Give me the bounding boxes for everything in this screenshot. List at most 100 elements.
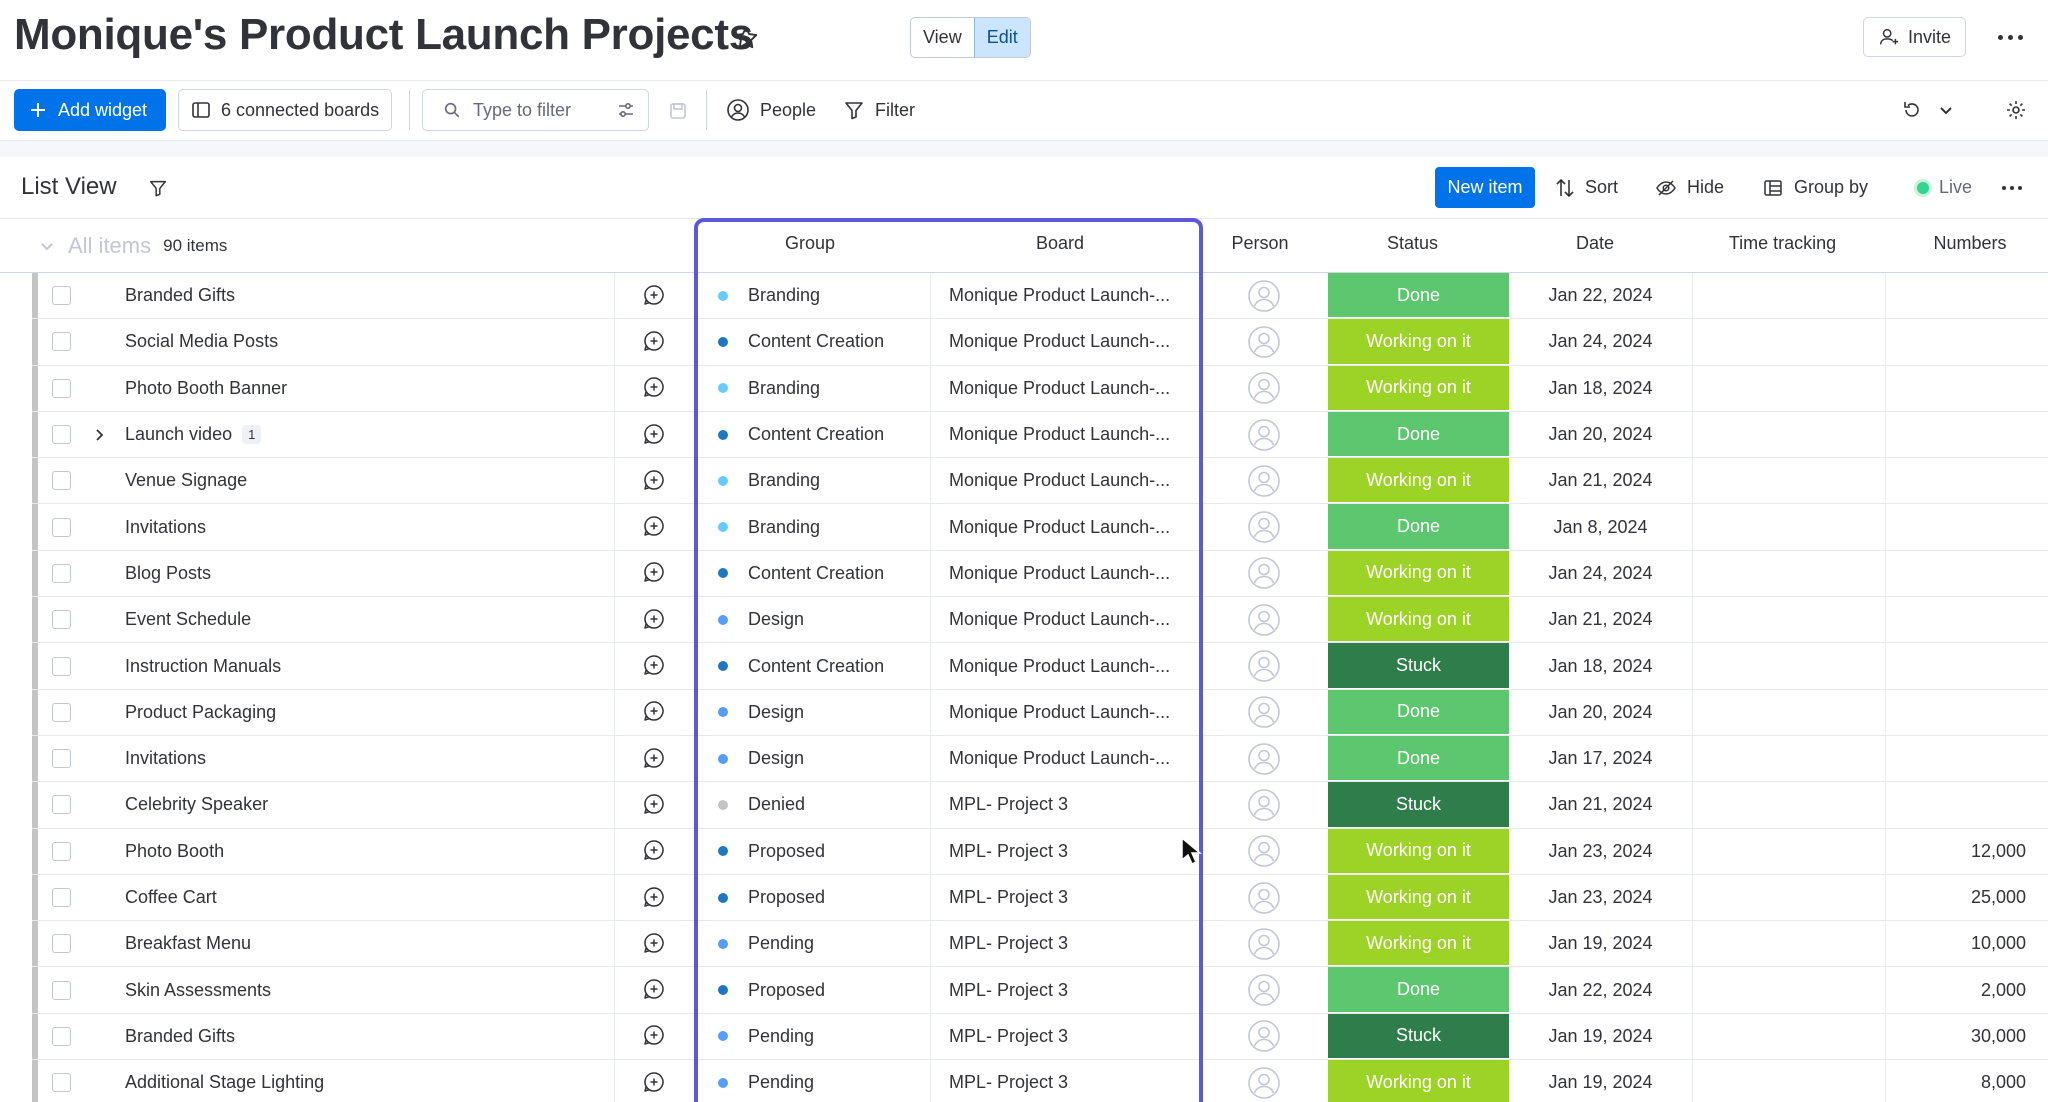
status-badge[interactable]: Done [1328, 967, 1509, 1013]
date-cell[interactable]: Jan 24, 2024 [1509, 551, 1692, 596]
numbers-cell[interactable] [1886, 504, 2026, 549]
board-cell[interactable]: MPL- Project 3 [949, 782, 1068, 827]
row-checkbox[interactable] [52, 690, 71, 735]
add-update-icon[interactable] [642, 690, 666, 735]
hide-button[interactable]: Hide [1655, 167, 1724, 208]
widget-filter-icon[interactable] [145, 175, 171, 201]
item-name[interactable]: Blog Posts [125, 551, 211, 596]
column-header-date[interactable]: Date [1510, 233, 1680, 254]
numbers-cell[interactable] [1886, 366, 2026, 411]
table-row[interactable]: Instruction Manuals Content Creation Moniq… [32, 643, 2048, 690]
person-avatar-icon[interactable] [1247, 967, 1281, 1012]
column-header-person[interactable]: Person [1210, 233, 1310, 254]
time-tracking-cell[interactable] [1693, 921, 1885, 966]
column-header-status[interactable]: Status [1320, 233, 1505, 254]
add-update-icon[interactable] [642, 736, 666, 781]
group-cell[interactable]: Pending [718, 1060, 814, 1102]
person-avatar-icon[interactable] [1247, 597, 1281, 642]
table-row[interactable]: Celebrity Speaker Denied MPL- Project 3 Stu… [32, 782, 2048, 829]
table-row[interactable]: Additional Stage Lighting Pending MPL- Pro… [32, 1060, 2048, 1102]
person-avatar-icon[interactable] [1247, 1060, 1281, 1102]
row-checkbox[interactable] [52, 782, 71, 827]
item-name[interactable]: Instruction Manuals [125, 643, 281, 688]
item-name[interactable]: Celebrity Speaker [125, 782, 268, 827]
row-checkbox[interactable] [52, 875, 71, 920]
board-cell[interactable]: Monique Product Launch-... [949, 366, 1170, 411]
numbers-cell[interactable] [1886, 273, 2026, 318]
type-to-filter-input[interactable]: Type to filter [422, 89, 649, 131]
board-cell[interactable]: Monique Product Launch-... [949, 643, 1170, 688]
date-cell[interactable]: Jan 21, 2024 [1509, 782, 1692, 827]
add-update-icon[interactable] [642, 366, 666, 411]
group-cell[interactable]: Design [718, 690, 804, 735]
add-update-icon[interactable] [642, 504, 666, 549]
person-avatar-icon[interactable] [1247, 366, 1281, 411]
column-header-board[interactable]: Board [1010, 233, 1110, 254]
board-cell[interactable]: Monique Product Launch-... [949, 412, 1170, 457]
time-tracking-cell[interactable] [1693, 690, 1885, 735]
row-checkbox[interactable] [52, 1060, 71, 1102]
group-cell[interactable]: Content Creation [718, 412, 884, 457]
time-tracking-cell[interactable] [1693, 643, 1885, 688]
table-row[interactable]: Skin Assessments Proposed MPL- Project 3 Do… [32, 967, 2048, 1014]
subitems-count-badge[interactable]: 1 [242, 425, 262, 445]
add-update-icon[interactable] [642, 1014, 666, 1059]
time-tracking-cell[interactable] [1693, 1060, 1885, 1102]
numbers-cell[interactable] [1886, 597, 2026, 642]
add-update-icon[interactable] [642, 829, 666, 874]
item-name[interactable]: Branded Gifts [125, 273, 235, 318]
person-avatar-icon[interactable] [1247, 921, 1281, 966]
column-header-time-tracking[interactable]: Time tracking [1690, 233, 1875, 254]
row-checkbox[interactable] [52, 551, 71, 596]
item-name[interactable]: Additional Stage Lighting [125, 1060, 324, 1102]
numbers-cell[interactable] [1886, 551, 2026, 596]
time-tracking-cell[interactable] [1693, 551, 1885, 596]
item-name[interactable]: Skin Assessments [125, 967, 271, 1012]
person-avatar-icon[interactable] [1247, 782, 1281, 827]
table-row[interactable]: Branded Gifts Branding Monique Product Lau… [32, 273, 2048, 320]
widget-more-icon[interactable] [2002, 167, 2022, 208]
board-cell[interactable]: Monique Product Launch-... [949, 690, 1170, 735]
item-name[interactable]: Breakfast Menu [125, 921, 251, 966]
date-cell[interactable]: Jan 23, 2024 [1509, 875, 1692, 920]
new-item-button[interactable]: New item [1435, 167, 1535, 208]
numbers-cell[interactable]: 30,000 [1886, 1014, 2026, 1059]
row-checkbox[interactable] [52, 736, 71, 781]
widget-title[interactable]: List View [21, 173, 117, 201]
numbers-cell[interactable]: 25,000 [1886, 875, 2026, 920]
date-cell[interactable]: Jan 19, 2024 [1509, 1014, 1692, 1059]
numbers-cell[interactable] [1886, 458, 2026, 503]
edit-toggle-button[interactable]: Edit [973, 18, 1030, 57]
time-tracking-cell[interactable] [1693, 412, 1885, 457]
table-row[interactable]: Social Media Posts Content Creation Moniqu… [32, 319, 2048, 366]
table-row[interactable]: Venue Signage Branding Monique Product Lau… [32, 458, 2048, 505]
numbers-cell[interactable]: 2,000 [1886, 967, 2026, 1012]
status-badge[interactable]: Working on it [1328, 1060, 1509, 1102]
group-cell[interactable]: Design [718, 597, 804, 642]
status-badge[interactable]: Done [1328, 411, 1509, 458]
status-badge[interactable]: Done [1328, 504, 1509, 550]
invite-button[interactable]: Invite [1863, 17, 1966, 57]
date-cell[interactable]: Jan 23, 2024 [1509, 829, 1692, 874]
item-name[interactable]: Branded Gifts [125, 1014, 235, 1059]
status-badge[interactable]: Working on it [1328, 874, 1509, 921]
board-cell[interactable]: MPL- Project 3 [949, 875, 1068, 920]
group-cell[interactable]: Branding [718, 504, 820, 549]
time-tracking-cell[interactable] [1693, 829, 1885, 874]
date-cell[interactable]: Jan 20, 2024 [1509, 690, 1692, 735]
board-cell[interactable]: Monique Product Launch-... [949, 551, 1170, 596]
board-cell[interactable]: Monique Product Launch-... [949, 319, 1170, 364]
group-cell[interactable]: Content Creation [718, 319, 884, 364]
add-update-icon[interactable] [642, 412, 666, 457]
time-tracking-cell[interactable] [1693, 597, 1885, 642]
time-tracking-cell[interactable] [1693, 736, 1885, 781]
chevron-down-icon[interactable] [1932, 96, 1960, 124]
add-widget-button[interactable]: Add widget [14, 89, 166, 131]
item-name[interactable]: Launch video 1 [125, 412, 262, 457]
undo-icon[interactable] [1898, 96, 1926, 124]
date-cell[interactable]: Jan 8, 2024 [1509, 504, 1692, 549]
row-checkbox[interactable] [52, 504, 71, 549]
group-cell[interactable]: Proposed [718, 875, 825, 920]
numbers-cell[interactable]: 8,000 [1886, 1060, 2026, 1102]
table-row[interactable]: Launch video 1 Content Creation Monique Pro… [32, 411, 2048, 459]
